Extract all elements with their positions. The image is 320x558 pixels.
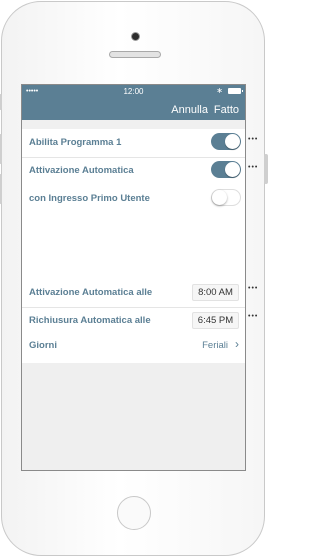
activation-time-field[interactable]: 8:00 AM	[192, 284, 239, 301]
closing-time-row: Richiusura Automatica alle 6:45 PM	[22, 307, 245, 336]
mute-switch	[0, 94, 2, 110]
callout-dots: •••	[248, 313, 259, 320]
front-camera	[131, 32, 140, 41]
setting-row-first-user-entry: con Ingresso Primo Utente	[22, 185, 245, 213]
setting-label: Abilita Programma 1	[29, 137, 122, 148]
days-value: Feriali	[202, 340, 228, 351]
nav-bar: Annulla Fatto	[22, 98, 245, 120]
enable-program-toggle[interactable]	[211, 133, 241, 150]
done-button[interactable]: Fatto	[214, 104, 239, 116]
setting-label: Attivazione Automatica	[29, 165, 134, 176]
activation-time-label: Attivazione Automatica alle	[29, 287, 153, 298]
cancel-button[interactable]: Annulla	[171, 104, 208, 116]
chevron-right-icon: ›	[235, 337, 239, 351]
setting-label: con Ingresso Primo Utente	[29, 193, 150, 204]
toggle-knob	[225, 162, 240, 177]
section-gap	[22, 120, 245, 129]
earpiece-speaker	[109, 51, 161, 58]
callout-dots: •••	[248, 136, 259, 143]
callout-dots: •••	[248, 164, 259, 171]
setting-row-auto-activation: Attivazione Automatica	[22, 157, 245, 185]
closing-time-field[interactable]: 6:45 PM	[192, 312, 239, 329]
volume-down-button	[0, 174, 2, 204]
activation-time-row: Attivazione Automatica alle 8:00 AM	[22, 279, 245, 308]
battery-icon	[228, 88, 243, 94]
toggle-knob	[225, 134, 240, 149]
closing-time-label: Richiusura Automatica alle	[29, 315, 151, 326]
auto-activation-toggle[interactable]	[211, 161, 241, 178]
setting-row-enable-program: Abilita Programma 1	[22, 129, 245, 158]
home-button[interactable]	[117, 496, 151, 530]
days-row[interactable]: Giorni Feriali ›	[22, 335, 245, 363]
callout-dots: •••	[248, 285, 259, 292]
status-time: 12:00	[123, 87, 144, 96]
settings-panel: Abilita Programma 1 Attivazione Automati…	[22, 129, 245, 336]
first-user-entry-toggle[interactable]	[211, 189, 241, 206]
volume-up-button	[0, 134, 2, 164]
power-button	[264, 154, 268, 184]
phone-screen: ••••• 12:00 ∗ Annulla Fatto Abilita Prog…	[21, 84, 246, 471]
days-label: Giorni	[29, 340, 57, 351]
toggle-knob	[212, 190, 227, 205]
bluetooth-icon: ∗	[216, 86, 223, 95]
status-bar: ••••• 12:00 ∗	[22, 85, 245, 98]
